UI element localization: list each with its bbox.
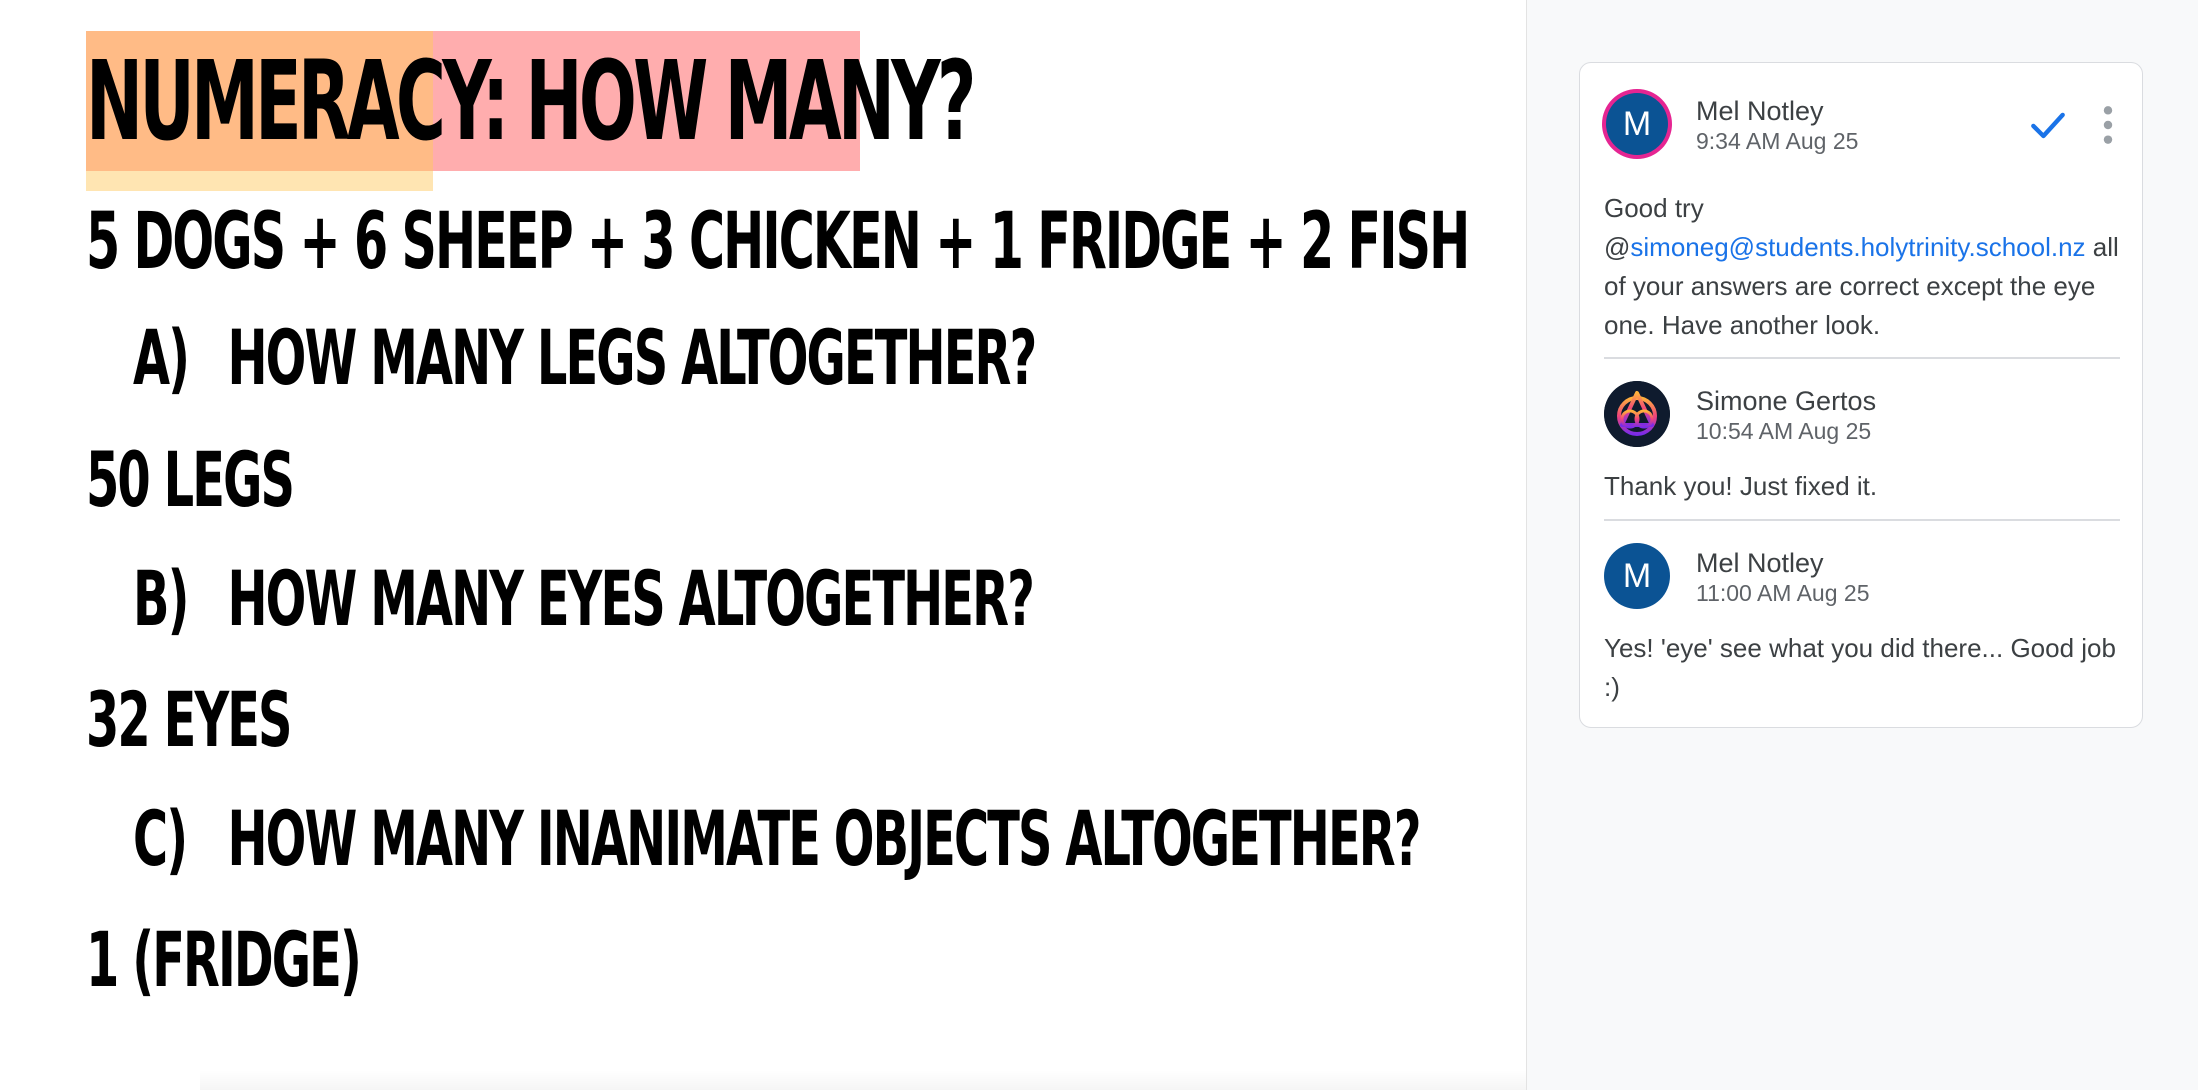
question-a: A) HOW MANY LEGS ALTOGETHER? bbox=[133, 313, 1038, 402]
page: NUMERACY: HOW MANY? 5 DOGS + 6 SHEEP + 3… bbox=[0, 0, 2198, 1090]
comment-divider bbox=[1604, 519, 2120, 521]
question-c: C) HOW MANY INANIMATE OBJECTS ALTOGETHER? bbox=[133, 794, 1422, 883]
trinity-logo-icon bbox=[1604, 381, 1670, 447]
comment-item: M Mel Notley 11:00 AM Aug 25 Yes! 'eye' … bbox=[1604, 543, 2120, 713]
answer-b: 32 EYES bbox=[86, 675, 293, 764]
comment-timestamp: 9:34 AM Aug 25 bbox=[1696, 128, 1859, 154]
question-label: B) bbox=[133, 554, 189, 643]
page-title: NUMERACY: HOW MANY? bbox=[86, 37, 976, 165]
avatar: M bbox=[1604, 543, 1670, 609]
question-b: B) HOW MANY EYES ALTOGETHER? bbox=[133, 554, 1035, 643]
avatar: M bbox=[1606, 93, 1668, 155]
question-label: A) bbox=[133, 313, 190, 402]
question-text: HOW MANY INANIMATE OBJECTS ALTOGETHER? bbox=[227, 794, 1422, 883]
comment-thread-card[interactable]: M Mel Notley 9:34 AM Aug 25 Good try @si… bbox=[1579, 62, 2143, 728]
comment-body: Thank you! Just fixed it. bbox=[1604, 471, 1878, 501]
comment-author: Mel Notley bbox=[1696, 548, 1824, 578]
comment-body: Good try @simoneg@students.holytrinity.s… bbox=[1604, 189, 2120, 345]
question-label: C) bbox=[133, 794, 188, 883]
comment-anchor-underline bbox=[86, 171, 433, 191]
comment-timestamp: 11:00 AM Aug 25 bbox=[1696, 580, 1870, 606]
comment-timestamp: 10:54 AM Aug 25 bbox=[1696, 418, 1872, 444]
comment-author: Simone Gertos bbox=[1696, 386, 1877, 416]
document-canvas[interactable]: NUMERACY: HOW MANY? 5 DOGS + 6 SHEEP + 3… bbox=[0, 0, 1800, 1090]
comments-panel: M Mel Notley 9:34 AM Aug 25 Good try @si… bbox=[1526, 0, 2198, 1090]
more-vert-icon[interactable] bbox=[2096, 103, 2120, 147]
answer-a: 50 LEGS bbox=[86, 435, 295, 524]
mention-link[interactable]: simoneg@students.holytrinity.school.nz bbox=[1630, 232, 2085, 262]
answer-c: 1 (FRIDGE) bbox=[86, 915, 362, 1004]
comment-divider bbox=[1604, 357, 2120, 359]
comment-author: Mel Notley bbox=[1696, 96, 1824, 126]
comment-body: Yes! 'eye' see what you did there... Goo… bbox=[1604, 633, 2116, 702]
checkmark-icon[interactable] bbox=[2026, 103, 2070, 147]
equation-line: 5 DOGS + 6 SHEEP + 3 CHICKEN + 1 FRIDGE … bbox=[86, 197, 1470, 287]
question-text: HOW MANY EYES ALTOGETHER? bbox=[227, 554, 1035, 643]
question-text: HOW MANY LEGS ALTOGETHER? bbox=[227, 313, 1038, 402]
comment-item: Simone Gertos 10:54 AM Aug 25 Thank you!… bbox=[1604, 381, 2120, 501]
